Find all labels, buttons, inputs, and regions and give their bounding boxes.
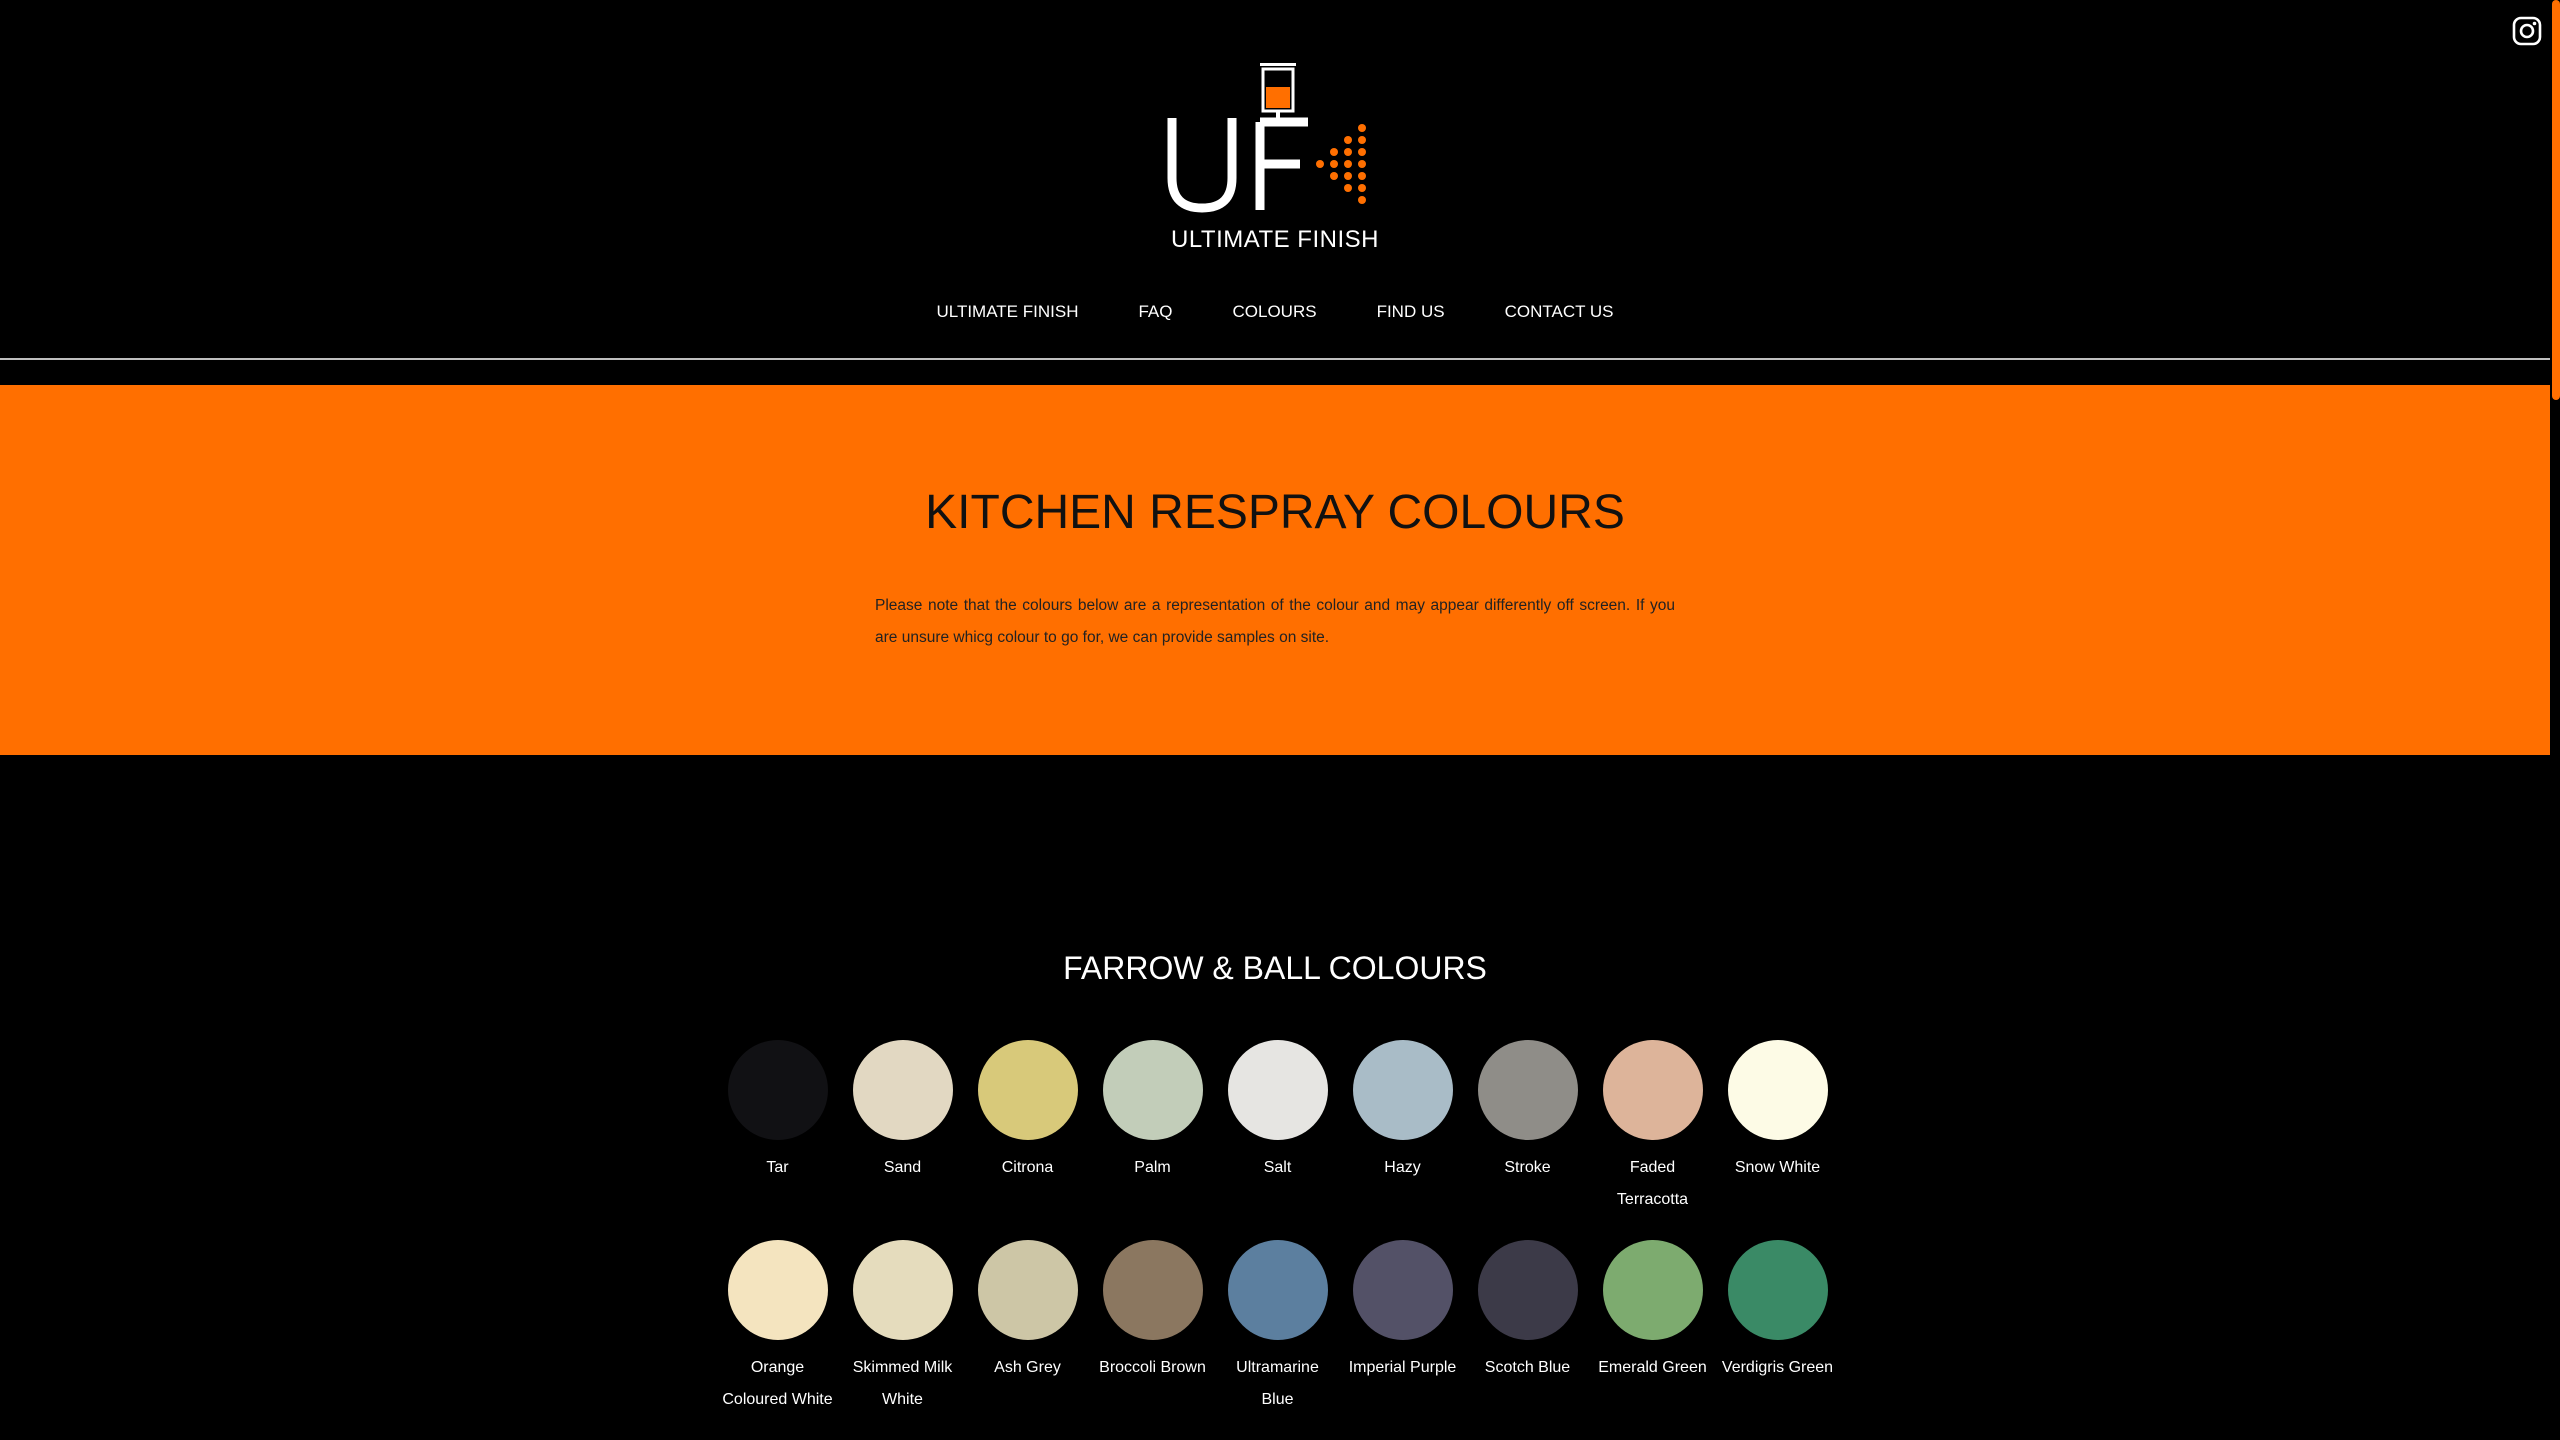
swatch-broccoli-brown[interactable]: Broccoli Brown bbox=[1090, 1240, 1215, 1384]
swatch-label: Imperial Purple bbox=[1348, 1359, 1457, 1376]
hero-section: KITCHEN RESPRAY COLOURS Please note that… bbox=[0, 385, 2550, 755]
swatch-emerald-green[interactable]: Emerald Green bbox=[1590, 1240, 1715, 1384]
swatch-stroke[interactable]: Stroke bbox=[1465, 1040, 1590, 1184]
page: ULTIMATE FINISH ULTIMATE FINISH FAQ COLO… bbox=[0, 0, 2560, 1440]
swatch-label: Orange Coloured White bbox=[722, 1359, 833, 1408]
swatch-label: Tar bbox=[766, 1159, 789, 1176]
swatch-color[interactable] bbox=[1352, 1240, 1453, 1340]
swatch-label: Ash Grey bbox=[994, 1359, 1061, 1376]
swatch-citrona[interactable]: Citrona bbox=[965, 1040, 1090, 1184]
swatch-color[interactable] bbox=[1602, 1040, 1703, 1140]
swatch-color[interactable] bbox=[1727, 1040, 1828, 1140]
swatch-color[interactable] bbox=[1727, 1240, 1828, 1340]
instagram-icon[interactable] bbox=[2512, 16, 2542, 46]
swatch-color[interactable] bbox=[727, 1240, 828, 1340]
swatch-label: Citrona bbox=[1001, 1159, 1054, 1176]
swatch-color[interactable] bbox=[1227, 1240, 1328, 1340]
header-divider bbox=[0, 358, 2550, 360]
swatch-hazy[interactable]: Hazy bbox=[1340, 1040, 1465, 1184]
main-nav: ULTIMATE FINISH FAQ COLOURS FIND US CONT… bbox=[0, 300, 2550, 324]
swatch-label: Scotch Blue bbox=[1484, 1359, 1571, 1376]
swatch-label: Emerald Green bbox=[1598, 1359, 1707, 1376]
swatch-color[interactable] bbox=[1477, 1040, 1578, 1140]
scrollbar-thumb[interactable] bbox=[2552, 0, 2560, 400]
swatch-faded-terracotta[interactable]: Faded Terracotta bbox=[1590, 1040, 1715, 1216]
swatch-label: Salt bbox=[1263, 1159, 1292, 1176]
swatch-row-2: Orange Coloured White Skimmed Milk White… bbox=[715, 1240, 1840, 1440]
swatch-color[interactable] bbox=[1102, 1240, 1203, 1340]
swatch-verdigris-green[interactable]: Verdigris Green bbox=[1715, 1240, 1840, 1384]
nav-item-find-us[interactable]: FIND US bbox=[1377, 300, 1445, 324]
swatch-imperial-purple[interactable]: Imperial Purple bbox=[1340, 1240, 1465, 1384]
colour-disclaimer: Please note that the colours below are a… bbox=[875, 597, 1675, 646]
swatch-label: Verdigris Green bbox=[1721, 1359, 1834, 1376]
swatch-color[interactable] bbox=[977, 1040, 1078, 1140]
page-title: KITCHEN RESPRAY COLOURS bbox=[925, 486, 1625, 539]
swatch-color[interactable] bbox=[1102, 1040, 1203, 1140]
swatch-label: Stroke bbox=[1504, 1159, 1551, 1176]
swatch-salt[interactable]: Salt bbox=[1215, 1040, 1340, 1184]
site-header: ULTIMATE FINISH ULTIMATE FINISH FAQ COLO… bbox=[0, 0, 2550, 360]
logo-text: ULTIMATE FINISH bbox=[1171, 226, 1379, 253]
swatch-label: Faded Terracotta bbox=[1616, 1159, 1689, 1208]
nav-item-colours[interactable]: COLOURS bbox=[1233, 300, 1317, 324]
swatch-color[interactable] bbox=[852, 1040, 953, 1140]
scrollbar[interactable] bbox=[2550, 0, 2560, 1440]
section-title: FARROW & BALL COLOURS bbox=[1063, 950, 1487, 986]
swatch-label: Palm bbox=[1134, 1159, 1171, 1176]
swatch-ash-grey[interactable]: Ash Grey bbox=[965, 1240, 1090, 1384]
swatch-palm[interactable]: Palm bbox=[1090, 1040, 1215, 1184]
nav-item-contact-us[interactable]: CONTACT US bbox=[1505, 300, 1614, 324]
swatch-color[interactable] bbox=[1602, 1240, 1703, 1340]
swatch-label: Hazy bbox=[1384, 1159, 1421, 1176]
swatch-skimmed-milk-white[interactable]: Skimmed Milk White bbox=[840, 1240, 965, 1416]
swatch-color[interactable] bbox=[1477, 1240, 1578, 1340]
swatch-label: Ultramarine Blue bbox=[1236, 1359, 1319, 1408]
nav-item-ultimate-finish[interactable]: ULTIMATE FINISH bbox=[936, 300, 1078, 324]
swatch-label: Snow White bbox=[1734, 1159, 1821, 1176]
swatch-tar[interactable]: Tar bbox=[715, 1040, 840, 1184]
swatch-label: Sand bbox=[883, 1159, 922, 1176]
swatch-row-1: Tar Sand Citrona Palm Salt Hazy Stroke F… bbox=[715, 1040, 1840, 1240]
swatch-label: Broccoli Brown bbox=[1099, 1359, 1206, 1376]
swatch-color[interactable] bbox=[727, 1040, 828, 1140]
swatch-color[interactable] bbox=[1227, 1040, 1328, 1140]
swatch-label: Skimmed Milk White bbox=[852, 1359, 953, 1408]
swatch-color[interactable] bbox=[852, 1240, 953, 1340]
swatch-ultramarine-blue[interactable]: Ultramarine Blue bbox=[1215, 1240, 1340, 1416]
swatch-color[interactable] bbox=[1352, 1040, 1453, 1140]
swatch-scotch-blue[interactable]: Scotch Blue bbox=[1465, 1240, 1590, 1384]
swatch-snow-white[interactable]: Snow White bbox=[1715, 1040, 1840, 1184]
swatch-orange-coloured-white[interactable]: Orange Coloured White bbox=[715, 1240, 840, 1416]
swatch-color[interactable] bbox=[977, 1240, 1078, 1340]
logo-mark-icon bbox=[1167, 63, 1366, 213]
nav-item-faq[interactable]: FAQ bbox=[1138, 300, 1172, 324]
swatch-sand[interactable]: Sand bbox=[840, 1040, 965, 1184]
